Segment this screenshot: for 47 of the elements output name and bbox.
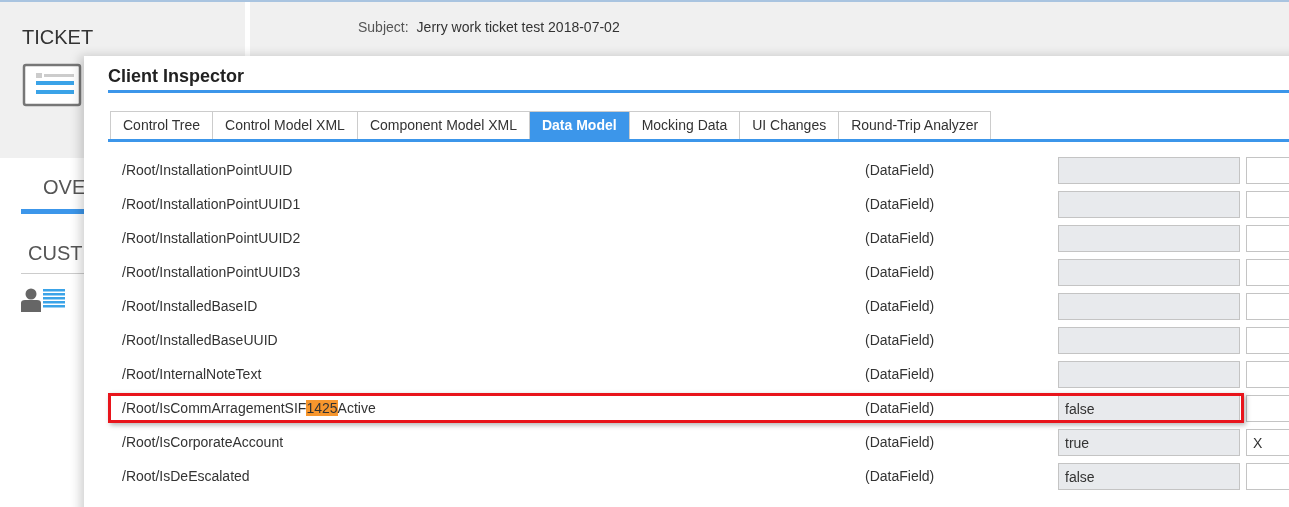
mock-field[interactable]	[1246, 326, 1289, 354]
field-type: (DataField)	[865, 162, 936, 178]
value-field[interactable]	[1058, 224, 1240, 252]
mock-field[interactable]	[1246, 156, 1289, 184]
field-path: /Root/IsDeEscalated	[121, 468, 251, 484]
field-type: (DataField)	[865, 434, 936, 450]
value-field[interactable]	[1058, 360, 1240, 388]
list-icon	[43, 288, 65, 310]
field-type: (DataField)	[865, 468, 936, 484]
mock-field[interactable]: X	[1246, 428, 1289, 456]
ticket-icon	[22, 63, 82, 107]
mock-field[interactable]	[1246, 394, 1289, 422]
field-path: /Root/IsCorporateAccount	[121, 434, 285, 450]
dialog-title: Client Inspector	[108, 66, 1289, 93]
subject-value: Jerry work ticket test 2018-07-02	[416, 19, 620, 35]
value-field[interactable]	[1058, 326, 1240, 354]
field-type: (DataField)	[865, 332, 936, 348]
mock-field[interactable]	[1246, 292, 1289, 320]
value-field[interactable]: true	[1058, 428, 1240, 456]
value-field[interactable]	[1058, 258, 1240, 286]
field-type: (DataField)	[865, 264, 936, 280]
field-type: (DataField)	[865, 196, 936, 212]
field-path: /Root/InstallationPointUUID1	[121, 196, 302, 212]
field-type: (DataField)	[865, 366, 936, 382]
field-path: /Root/InstallationPointUUID	[121, 162, 294, 178]
value-field[interactable]	[1058, 156, 1240, 184]
field-path: /Root/InstalledBaseUUID	[121, 332, 279, 348]
field-type: (DataField)	[865, 230, 936, 246]
value-field[interactable]: false	[1058, 462, 1240, 490]
field-type: (DataField)	[865, 298, 936, 314]
mock-field[interactable]	[1246, 190, 1289, 218]
field-path: /Root/InternalNoteText	[121, 366, 263, 382]
value-field[interactable]	[1058, 190, 1240, 218]
tab[interactable]: Round-Trip Analyzer	[838, 111, 992, 139]
field-path: /Root/InstallationPointUUID2	[121, 230, 302, 246]
field-path: /Root/InstalledBaseID	[121, 298, 259, 314]
value-field[interactable]	[1058, 292, 1240, 320]
mock-field[interactable]	[1246, 462, 1289, 490]
mock-field[interactable]	[1246, 224, 1289, 252]
section-title: TICKET	[22, 26, 95, 49]
field-path: /Root/InstallationPointUUID3	[121, 264, 302, 280]
tab[interactable]: Control Tree	[110, 111, 214, 139]
mock-field[interactable]	[1246, 258, 1289, 286]
subject-label: Subject:	[358, 19, 409, 35]
person-icon	[21, 288, 41, 312]
field-type: (DataField)	[865, 400, 936, 416]
mock-field[interactable]	[1246, 360, 1289, 388]
